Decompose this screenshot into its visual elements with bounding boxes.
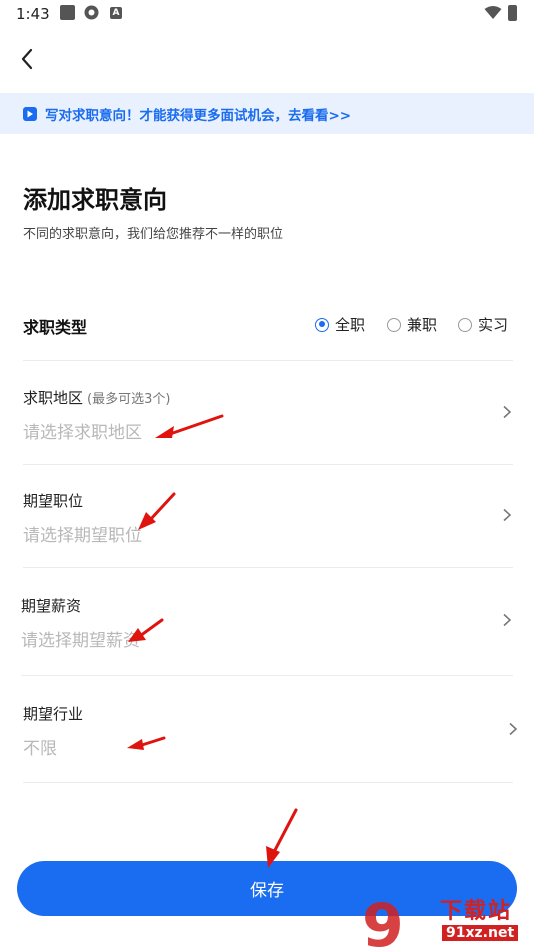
- radio-internship[interactable]: 实习: [458, 314, 508, 335]
- field-region-value: 请选择求职地区: [23, 423, 142, 443]
- field-position-label: 期望职位: [23, 492, 84, 510]
- chevron-right-icon: [503, 405, 512, 419]
- field-region-hint: (最多可选3个): [87, 392, 171, 407]
- chevron-right-icon: [503, 508, 512, 522]
- field-industry-label: 期望行业: [23, 705, 84, 723]
- page-subtitle: 不同的求职意向，我们给您推荐不一样的职位: [23, 227, 284, 242]
- notification-square-icon: [60, 5, 75, 20]
- radio-label: 兼职: [407, 316, 438, 334]
- annotation-arrow-icon: [127, 736, 166, 750]
- field-salary[interactable]: 期望薪资 请选择期望薪资: [21, 568, 513, 676]
- field-position-value: 请选择期望职位: [23, 526, 142, 546]
- app-notification-icon: [84, 5, 99, 20]
- radio-part-time[interactable]: 兼职: [387, 314, 437, 335]
- annotation-arrow-icon: [155, 414, 224, 438]
- watermark-url: 91xz.net: [442, 925, 519, 941]
- field-industry-value: 不限: [23, 739, 57, 759]
- svg-text:9: 9: [362, 891, 404, 950]
- chevron-right-icon: [503, 613, 512, 627]
- promo-banner[interactable]: 写对求职意向！才能获得更多面试机会，去看看>>: [0, 93, 534, 134]
- status-bar: 1:43 A: [0, 0, 534, 28]
- annotation-arrow-icon: [138, 492, 176, 530]
- chevron-left-icon: [21, 48, 33, 70]
- field-industry[interactable]: 期望行业 不限: [23, 676, 518, 783]
- annotation-arrow-icon: [128, 618, 164, 642]
- radio-unselected-icon: [387, 317, 401, 332]
- promo-text: 写对求职意向！才能获得更多面试机会，去看看>>: [45, 107, 352, 124]
- field-salary-value: 请选择期望薪资: [21, 631, 140, 651]
- a-badge-icon: A: [110, 7, 122, 19]
- back-button[interactable]: [14, 46, 40, 72]
- battery-icon: [508, 5, 517, 21]
- radio-unselected-icon: [458, 317, 472, 332]
- wifi-icon: [484, 5, 502, 20]
- radio-label: 实习: [478, 316, 509, 334]
- watermark-text: 下载站: [440, 899, 513, 924]
- job-type-row: 求职类型 全职 兼职 实习: [23, 300, 513, 361]
- page-title: 添加求职意向: [23, 186, 167, 214]
- radio-full-time[interactable]: 全职: [315, 314, 365, 335]
- status-time: 1:43: [16, 5, 50, 23]
- field-salary-label: 期望薪资: [21, 597, 82, 615]
- radio-selected-icon: [315, 317, 329, 332]
- job-type-label: 求职类型: [23, 318, 88, 337]
- play-icon: [23, 106, 37, 121]
- annotation-arrow-icon: [266, 808, 298, 868]
- field-region[interactable]: 求职地区 (最多可选3个) 请选择求职地区: [23, 362, 513, 465]
- field-region-label: 求职地区: [23, 389, 84, 407]
- chevron-right-icon: [509, 722, 518, 736]
- radio-label: 全职: [335, 316, 366, 334]
- field-position[interactable]: 期望职位 请选择期望职位: [23, 465, 513, 568]
